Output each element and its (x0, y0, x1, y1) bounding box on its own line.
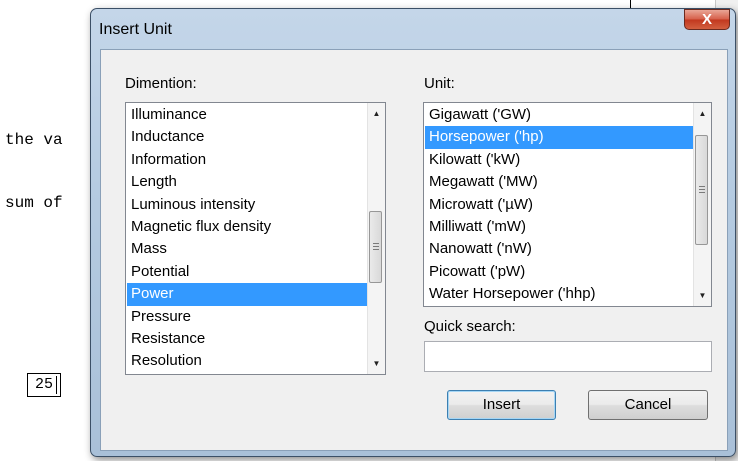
scroll-up-arrow-icon[interactable]: ▲ (694, 105, 711, 122)
document-text-line: the va (5, 131, 63, 149)
insert-unit-dialog: Insert Unit X Dimention: Unit: Illuminan… (90, 8, 736, 457)
dimension-list-item[interactable]: Mass (127, 238, 367, 260)
unit-scroll-thumb[interactable] (695, 135, 708, 245)
dimension-list-item[interactable]: Resistance (127, 328, 367, 350)
unit-list-item[interactable]: Kilowatt ('kW) (425, 149, 693, 171)
dimension-list-item[interactable]: Luminous intensity (127, 194, 367, 216)
unit-list-item[interactable]: Nanowatt ('nW) (425, 238, 693, 260)
dimension-list: Illuminance Inductance Information Length Lu… (127, 104, 367, 373)
dimension-label: Dimention: (125, 75, 197, 92)
document-text-line: sum of (5, 194, 63, 212)
dimension-scrollbar[interactable]: ▲ ▼ (367, 103, 385, 374)
dimension-list-item[interactable]: Magnetic flux density (127, 216, 367, 238)
dimension-list-item[interactable]: Pressure (127, 306, 367, 328)
unit-list-item[interactable]: Horsepower ('hp) (425, 126, 693, 149)
unit-list-item[interactable]: Gigawatt ('GW) (425, 104, 693, 126)
document-number-field[interactable]: 25 (27, 373, 61, 397)
unit-list-item[interactable]: Megawatt ('MW) (425, 171, 693, 193)
dimension-list-item[interactable]: Resolution (127, 350, 367, 372)
unit-list-item[interactable]: Microwatt ('µW) (425, 194, 693, 216)
quick-search-input[interactable] (424, 341, 712, 372)
dimension-list-item[interactable]: Power (127, 283, 367, 306)
unit-scrollbar[interactable]: ▲ ▼ (693, 103, 711, 306)
close-button[interactable]: X (684, 9, 730, 30)
dimension-scroll-thumb[interactable] (369, 211, 382, 283)
dimension-list-item[interactable]: Illuminance (127, 104, 367, 126)
unit-listbox[interactable]: Gigawatt ('GW) Horsepower ('hp) Kilowatt (… (423, 102, 712, 307)
insert-button[interactable]: Insert (447, 390, 556, 420)
dimension-list-item[interactable]: Inductance (127, 126, 367, 148)
dialog-title: Insert Unit (99, 21, 172, 38)
close-icon: X (701, 11, 712, 28)
dialog-client-area: Dimention: Unit: Illuminance Inductance In… (100, 49, 728, 451)
dimension-list-item[interactable]: Length (127, 171, 367, 193)
unit-list-item[interactable]: Milliwatt ('mW) (425, 216, 693, 238)
unit-list-item[interactable]: Water Horsepower ('hhp) (425, 283, 693, 305)
quick-search-label: Quick search: (424, 318, 516, 335)
unit-label: Unit: (424, 75, 455, 92)
scroll-up-arrow-icon[interactable]: ▲ (368, 105, 385, 122)
unit-list-item[interactable]: Picowatt ('pW) (425, 261, 693, 283)
dimension-list-item[interactable]: Potential (127, 261, 367, 283)
dimension-list-item[interactable]: Information (127, 149, 367, 171)
unit-list: Gigawatt ('GW) Horsepower ('hp) Kilowatt (… (425, 104, 693, 306)
cancel-button[interactable]: Cancel (588, 390, 708, 420)
dimension-listbox[interactable]: Illuminance Inductance Information Length Lu… (125, 102, 386, 375)
scroll-down-arrow-icon[interactable]: ▼ (368, 355, 385, 372)
scroll-down-arrow-icon[interactable]: ▼ (694, 287, 711, 304)
